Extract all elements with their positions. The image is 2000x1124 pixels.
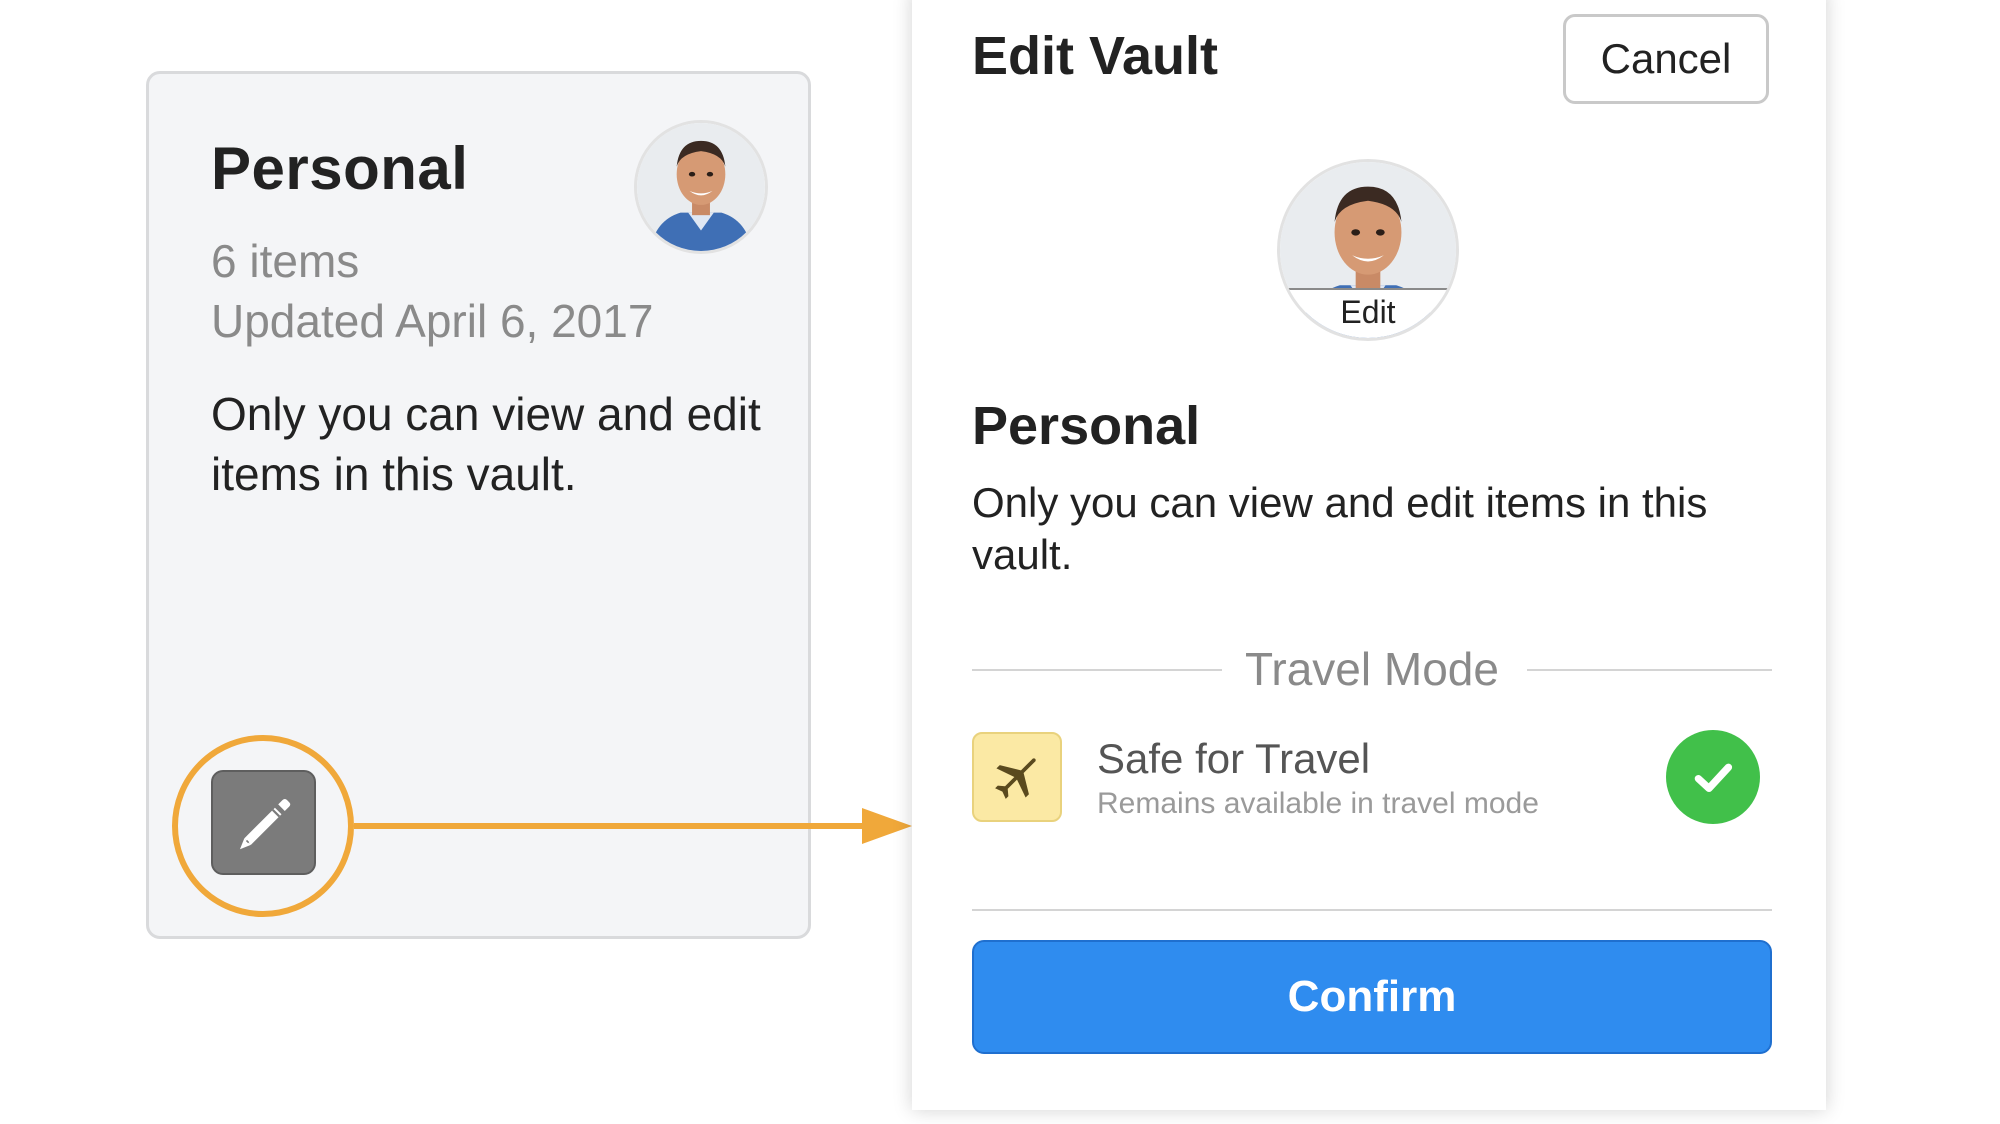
edit-vault-panel: Edit Vault Cancel Edit Personal Only you… [912, 0, 1826, 1110]
vault-updated-date: Updated April 6, 2017 [211, 295, 654, 347]
travel-mode-divider: Travel Mode [972, 640, 1772, 700]
panel-avatar[interactable]: Edit [1277, 159, 1459, 341]
vault-card-title: Personal [211, 135, 469, 202]
confirm-button[interactable]: Confirm [972, 940, 1772, 1054]
travel-option-title: Safe for Travel [1097, 735, 1371, 782]
vault-description-field[interactable]: Only you can view and edit items in this… [972, 477, 1782, 581]
safe-for-travel-toggle[interactable] [1666, 730, 1760, 824]
vault-name[interactable]: Personal [972, 395, 1200, 457]
user-photo-icon [637, 123, 765, 251]
screenshot-stage: Personal 6 items Updated April 6, 2017 O… [0, 0, 2000, 1124]
cancel-button[interactable]: Cancel [1563, 14, 1769, 104]
vault-avatar [634, 120, 768, 254]
checkmark-icon [1694, 763, 1733, 793]
airplane-icon [995, 758, 1036, 799]
travel-icon-tile [972, 732, 1062, 822]
vault-description: Only you can view and edit items in this… [211, 388, 761, 500]
divider-rule-right [1527, 669, 1772, 671]
panel-title: Edit Vault [972, 26, 1219, 86]
vault-item-count: 6 items [211, 235, 360, 287]
highlight-circle [172, 735, 354, 917]
footer-divider [972, 909, 1772, 911]
travel-option-subtitle: Remains available in travel mode [1097, 787, 1539, 820]
avatar-edit-button[interactable]: Edit [1280, 288, 1456, 338]
